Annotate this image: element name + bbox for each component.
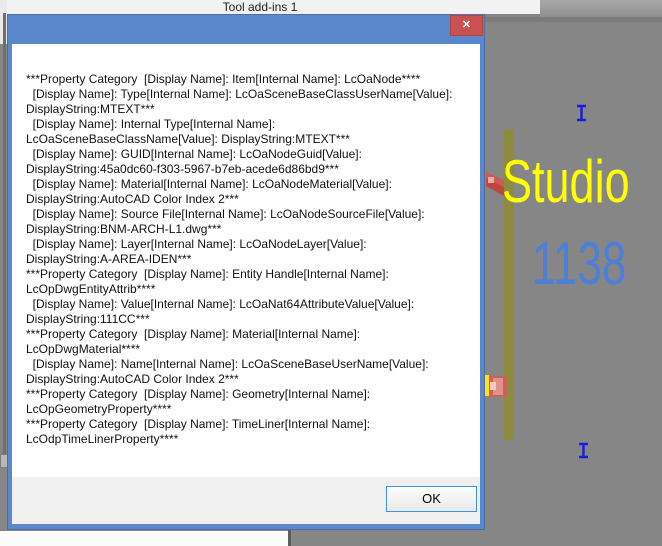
ribbon-strip-right bbox=[540, 0, 662, 17]
ibeam-marker-icon bbox=[577, 442, 590, 464]
dialog-content: ***Property Category [Display Name]: Ite… bbox=[12, 44, 480, 477]
ok-button[interactable]: OK bbox=[386, 486, 477, 512]
ibeam-marker-icon bbox=[575, 104, 588, 127]
properties-message-dialog: ✕ ***Property Category [Display Name]: I… bbox=[7, 14, 485, 530]
close-button[interactable]: ✕ bbox=[450, 15, 483, 36]
tag-flag-icon bbox=[485, 373, 508, 403]
bottom-panel bbox=[0, 531, 288, 546]
ribbon-shadow bbox=[485, 17, 662, 22]
tab-tool-add-ins[interactable]: Tool add-ins 1 bbox=[160, 0, 360, 14]
room-number-label: 1138 bbox=[532, 230, 627, 297]
panel-edge-line bbox=[3, 13, 6, 455]
dialog-titlebar[interactable]: ✕ bbox=[8, 15, 484, 45]
close-icon: ✕ bbox=[461, 19, 472, 31]
studio-label: Studio bbox=[502, 148, 630, 215]
dialog-message: ***Property Category [Display Name]: Ite… bbox=[26, 72, 453, 446]
app-screen: Tool add-ins 1 Studio 1138 ✕ ***Property… bbox=[0, 0, 662, 546]
panel-divider bbox=[288, 530, 291, 546]
dialog-footer: OK bbox=[12, 477, 480, 524]
